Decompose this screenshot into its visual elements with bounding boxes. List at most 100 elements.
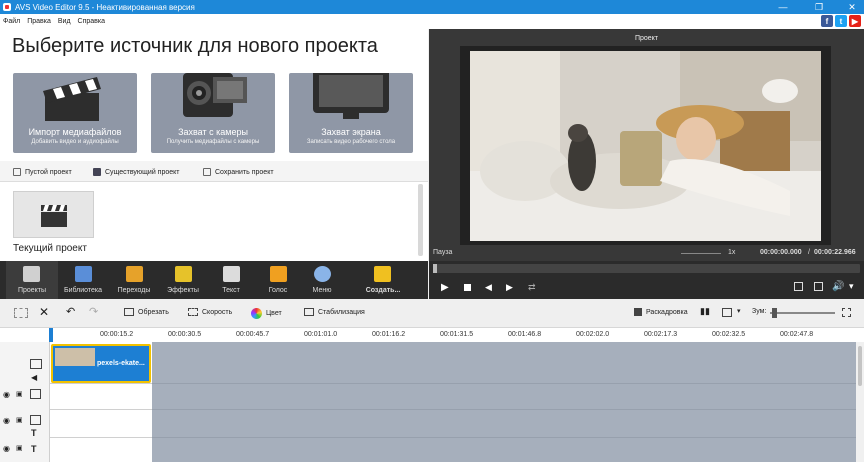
ruler-tick-label: 00:01:16.2 (372, 331, 406, 338)
text-track-icon: T (31, 444, 37, 454)
tab-library[interactable]: Библиотека (58, 261, 108, 299)
tab-projects[interactable]: Проекты (6, 261, 58, 299)
playback-controls: ▶ ◀ ▶ ⇄ 🔊 ▾ (429, 261, 864, 299)
undo-icon[interactable]: ↶ (66, 305, 75, 318)
import-media-tile[interactable]: Импорт медиафайлов Добавить видео и ауди… (13, 73, 137, 153)
grid-icon[interactable] (14, 308, 28, 318)
menu-bar: Файл Правка Вид Справка (0, 14, 864, 29)
title-bar: AVS Video Editor 9.5 - Неактивированная … (0, 0, 864, 14)
project-list-scrollbar[interactable] (418, 184, 423, 256)
seek-handle[interactable] (433, 264, 437, 273)
ruler-tick-label: 00:02:17.3 (644, 331, 678, 338)
timeline-ruler[interactable]: 00:00:15.2 00:00:30.5 00:00:45.7 00:01:0… (0, 328, 864, 342)
storyboard-button[interactable]: Раскадровка (634, 308, 688, 316)
video-frame (470, 51, 821, 241)
ruler-tick-label: 00:01:46.8 (508, 331, 542, 338)
stabilization-button[interactable]: Стабилизация (304, 308, 365, 316)
delete-icon[interactable]: ✕ (39, 305, 49, 319)
speed-button[interactable]: Скорость (188, 308, 232, 316)
monitor-small-icon[interactable] (722, 308, 732, 317)
tile-title: Импорт медиафайлов (28, 127, 122, 137)
color-button[interactable]: Цвет (251, 308, 282, 319)
ruler-tick-label: 00:01:31.5 (440, 331, 474, 338)
lock-icon[interactable]: ▣ (16, 444, 23, 452)
speed-slider[interactable] (681, 253, 721, 254)
fullscreen-mode-icon[interactable]: ⇄ (528, 282, 536, 293)
trim-icon (124, 308, 134, 316)
track-divider (152, 437, 856, 438)
current-project-thumbnail[interactable] (13, 191, 94, 238)
external-window-icon[interactable] (814, 282, 823, 291)
snapshot-icon[interactable] (794, 282, 803, 291)
disc-icon (314, 266, 331, 282)
audio-waveform-icon[interactable]: ▮▮ (700, 306, 710, 317)
microphone-icon (270, 266, 287, 282)
clapper-icon (43, 77, 101, 121)
timeline-empty-region[interactable] (152, 342, 856, 462)
track-divider (152, 409, 856, 410)
seek-bar[interactable] (433, 264, 860, 273)
transitions-icon (126, 266, 143, 282)
text-track-icon: T (31, 428, 37, 438)
preview-title: Проект (634, 35, 659, 42)
visibility-icon[interactable]: ◉ (3, 416, 10, 425)
play-button[interactable]: ▶ (441, 282, 449, 293)
tile-subtitle: Получить медиафайлы с камеры (166, 139, 260, 145)
current-time: 00:00:00.000 (760, 249, 802, 256)
create-icon (374, 266, 391, 282)
clapper-icon (23, 266, 40, 282)
main-toolbar: Проекты Библиотека Переходы Эффекты Текс… (0, 261, 428, 299)
lock-icon[interactable]: ▣ (16, 416, 23, 424)
lock-icon[interactable]: ▣ (16, 390, 23, 398)
menu-view[interactable]: Вид (58, 18, 71, 25)
tab-transitions[interactable]: Переходы (109, 261, 159, 299)
audio-mute-icon[interactable]: ◀ (31, 373, 37, 382)
menu-help[interactable]: Справка (78, 18, 105, 25)
visibility-icon[interactable]: ◉ (3, 390, 10, 399)
redo-icon[interactable]: ↷ (89, 305, 98, 318)
timeline-scrollbar[interactable] (856, 342, 864, 462)
menu-edit[interactable]: Правка (27, 18, 51, 25)
tile-subtitle: Записать видео рабочего стола (306, 139, 396, 145)
menu-file[interactable]: Файл (3, 18, 20, 25)
twitter-icon[interactable]: t (835, 15, 847, 27)
youtube-icon[interactable]: ▶ (849, 15, 861, 27)
open-project-link[interactable]: Существующий проект (93, 168, 180, 176)
stop-button[interactable] (464, 284, 471, 291)
close-button[interactable]: ✕ (840, 0, 864, 14)
maximize-button[interactable]: ❐ (807, 0, 831, 14)
tab-menu[interactable]: Меню (297, 261, 347, 299)
tab-text[interactable]: Текст (206, 261, 256, 299)
new-project-link[interactable]: Пустой проект (13, 168, 72, 176)
video-clip[interactable]: pexels-ekate... (51, 344, 151, 383)
tab-effects[interactable]: Эффекты (158, 261, 208, 299)
zoom-slider[interactable] (770, 308, 835, 318)
track-headers: ◀ ◉ ▣ ◉ ▣ T ◉ ▣ T (0, 342, 50, 462)
timeline-toolbar: ✕ ↶ ↷ Обрезать Скорость Цвет Стабилизаци… (0, 299, 864, 328)
create-button[interactable]: Создать... (355, 261, 411, 299)
save-project-link[interactable]: Сохранить проект (203, 168, 274, 176)
playhead[interactable] (49, 328, 53, 342)
screen-capture-tile[interactable]: Захват экрана Записать видео рабочего ст… (289, 73, 413, 153)
visibility-icon[interactable]: ◉ (3, 444, 10, 453)
facebook-icon[interactable]: f (821, 15, 833, 27)
fit-timeline-icon[interactable] (842, 308, 851, 317)
film-icon (75, 266, 92, 282)
ruler-tick-label: 00:00:45.7 (236, 331, 270, 338)
color-wheel-icon (251, 308, 262, 319)
tab-voice[interactable]: Голос (253, 261, 303, 299)
volume-icon[interactable]: 🔊 (832, 281, 844, 292)
next-frame-button[interactable]: ▶ (506, 282, 513, 293)
minimize-button[interactable]: — (771, 0, 795, 14)
camera-capture-tile[interactable]: Захват с камеры Получить медиафайлы с ка… (151, 73, 275, 153)
ruler-tick-label: 00:02:32.5 (712, 331, 746, 338)
previous-frame-button[interactable]: ◀ (485, 282, 492, 293)
trim-button[interactable]: Обрезать (124, 308, 169, 316)
effects-track-icon (30, 389, 41, 399)
ruler-tick-label: 00:00:30.5 (168, 331, 202, 338)
volume-dropdown-icon[interactable]: ▾ (849, 281, 854, 292)
scroll-thumb[interactable] (858, 346, 862, 386)
zoom-handle[interactable] (772, 308, 777, 318)
view-dropdown-icon[interactable]: ▾ (737, 307, 741, 315)
clip-thumbnail (55, 348, 95, 366)
